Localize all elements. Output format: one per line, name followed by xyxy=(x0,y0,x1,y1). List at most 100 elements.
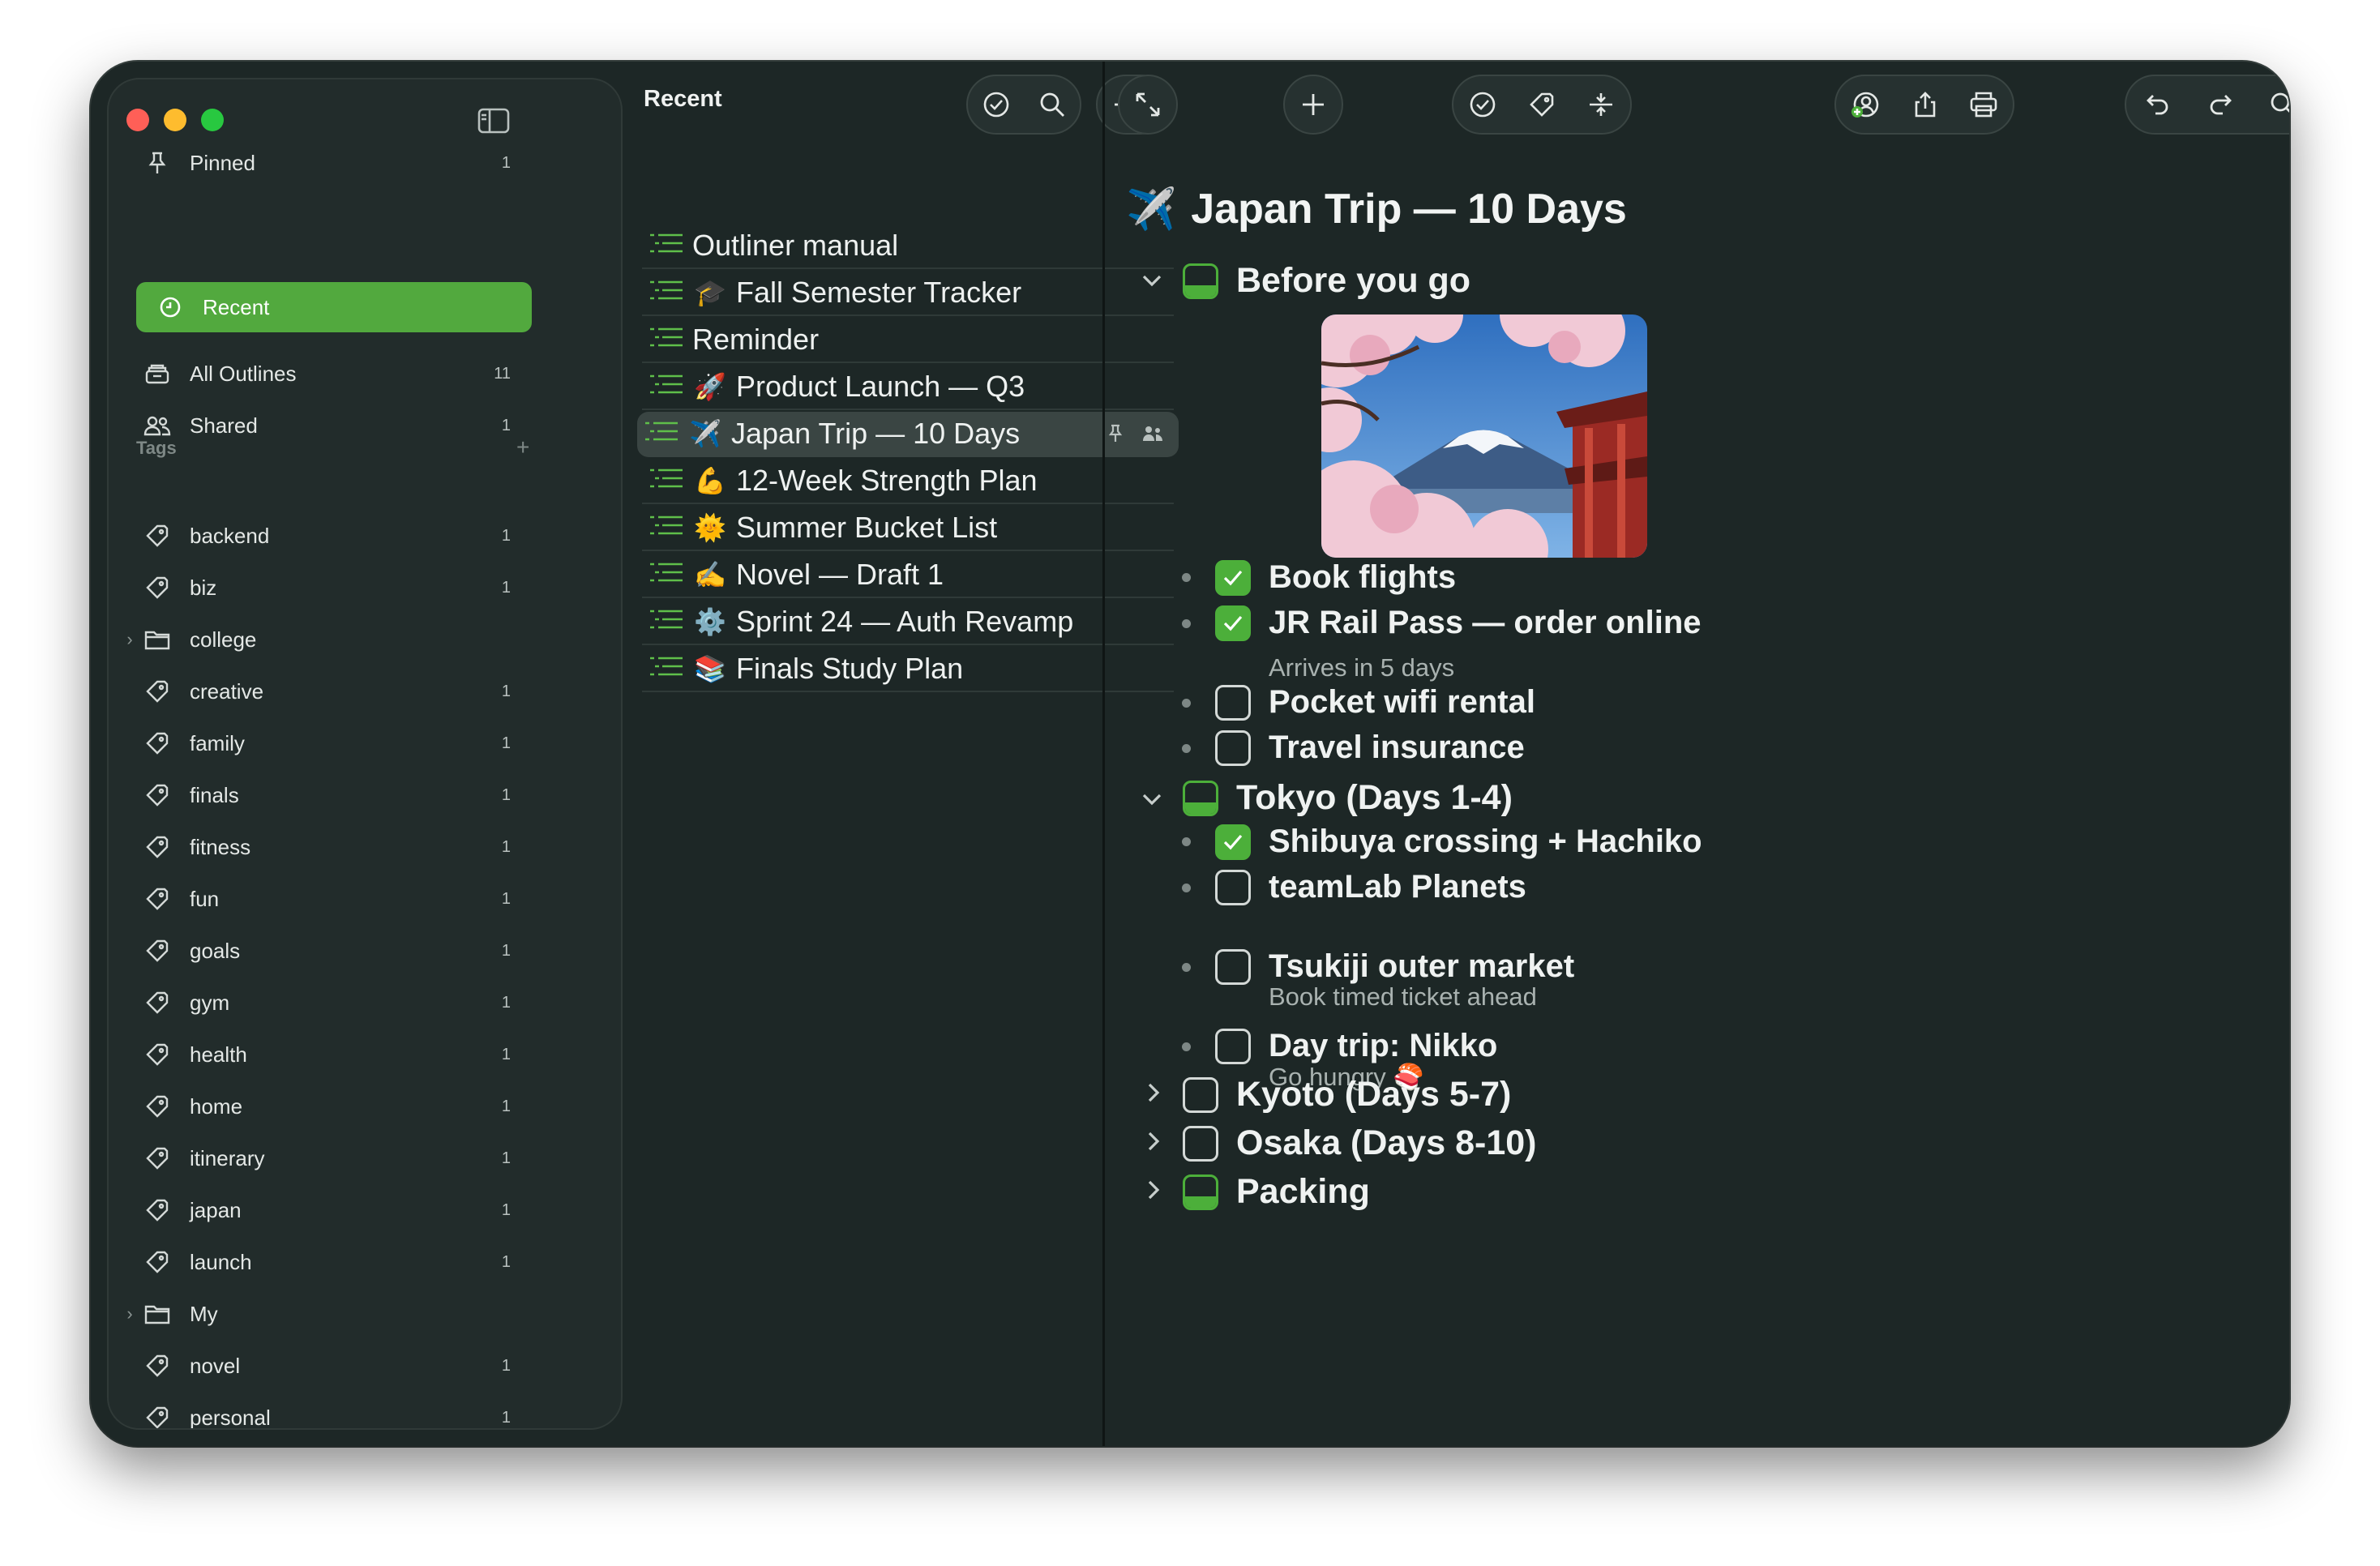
sidebar-item-shared[interactable]: Shared 1 xyxy=(123,400,519,451)
task-label: teamLab Planets xyxy=(1269,869,1526,905)
sidebar-item-all-outlines[interactable]: All Outlines 11 xyxy=(123,349,519,399)
tag-item-gym[interactable]: gym 1 xyxy=(123,978,519,1028)
chevron-right-icon[interactable] xyxy=(1139,1127,1168,1156)
tag-item-fitness[interactable]: fitness 1 xyxy=(123,822,519,872)
sidebar-item-recent[interactable]: Recent xyxy=(136,282,532,332)
stack-icon xyxy=(141,362,173,385)
check-circle-icon[interactable] xyxy=(982,91,1010,118)
tag-item-novel[interactable]: novel 1 xyxy=(123,1341,519,1391)
section-before-you-go[interactable]: Before you go xyxy=(1183,261,1470,301)
task-shibuya[interactable]: Shibuya crossing + Hachiko xyxy=(1215,824,1702,860)
tag-item-family[interactable]: family 1 xyxy=(123,718,519,768)
task-pocket-wifi[interactable]: Pocket wifi rental xyxy=(1215,684,1535,721)
tag-icon xyxy=(141,939,173,963)
tag-item-creative[interactable]: creative 1 xyxy=(123,666,519,717)
task-travel-insurance[interactable]: Travel insurance xyxy=(1215,730,1525,766)
outline-row[interactable]: ✍️ Novel — Draft 1 xyxy=(642,553,1174,598)
outline-row[interactable]: 🎓 Fall Semester Tracker xyxy=(642,271,1174,316)
tag-item-biz[interactable]: biz 1 xyxy=(123,563,519,613)
checkbox-unchecked[interactable] xyxy=(1215,948,1251,985)
close-window-button[interactable] xyxy=(126,109,149,131)
chevron-right-icon[interactable] xyxy=(1139,1175,1168,1204)
tag-item-goals[interactable]: goals 1 xyxy=(123,926,519,976)
add-item-button[interactable] xyxy=(1283,75,1343,135)
add-tag-button[interactable]: + xyxy=(516,434,529,460)
chevron-down-icon[interactable] xyxy=(1137,266,1166,295)
chevron-right-icon[interactable]: › xyxy=(122,629,138,650)
tag-item-personal[interactable]: personal 1 xyxy=(123,1393,519,1428)
checkbox-unchecked[interactable] xyxy=(1215,1028,1251,1064)
search-icon[interactable] xyxy=(1038,91,1066,118)
outline-row[interactable]: Outliner manual xyxy=(642,224,1174,269)
tag-count: 1 xyxy=(501,993,511,1012)
tag-item-finals[interactable]: finals 1 xyxy=(123,770,519,820)
collaborate-icon[interactable] xyxy=(1851,91,1881,118)
task-tsukiji[interactable]: Tsukiji outer market xyxy=(1215,948,1574,985)
outline-row[interactable]: 🚀 Product Launch — Q3 xyxy=(642,365,1174,410)
outline-row[interactable]: 🌞 Summer Bucket List xyxy=(642,506,1174,551)
window-controls xyxy=(126,109,224,131)
tag-item-college[interactable]: › college xyxy=(123,614,519,665)
sidebar-item-pinned[interactable]: Pinned 1 xyxy=(123,138,519,188)
tag-item-my[interactable]: › My xyxy=(123,1289,519,1339)
task-teamlab[interactable]: teamLab Planets xyxy=(1215,869,1526,905)
tag-count: 1 xyxy=(501,837,511,856)
section-kyoto[interactable]: Kyoto (Days 5-7) xyxy=(1183,1075,1511,1115)
section-packing[interactable]: Packing xyxy=(1183,1172,1370,1212)
task-book-flights[interactable]: Book flights xyxy=(1215,559,1456,596)
checkbox-checked[interactable] xyxy=(1215,605,1251,641)
checkbox-unchecked[interactable] xyxy=(1215,684,1251,721)
chevron-right-icon[interactable]: › xyxy=(122,1303,138,1324)
zoom-window-button[interactable] xyxy=(201,109,224,131)
checkbox-unchecked[interactable] xyxy=(1215,869,1251,905)
redo-icon[interactable] xyxy=(2207,91,2234,118)
section-checkbox[interactable] xyxy=(1183,1125,1218,1162)
section-tokyo[interactable]: Tokyo (Days 1-4) xyxy=(1183,778,1513,818)
tag-item-fun[interactable]: fun 1 xyxy=(123,874,519,924)
section-osaka[interactable]: Osaka (Days 8-10) xyxy=(1183,1123,1537,1163)
tag-icon[interactable] xyxy=(1528,91,1556,118)
chevron-down-icon[interactable] xyxy=(1137,785,1166,814)
document-title[interactable]: ✈️ Japan Trip — 10 Days xyxy=(1126,185,1627,233)
task-nikko[interactable]: Day trip: Nikko xyxy=(1215,1028,1497,1064)
sidebar-toggle-icon[interactable] xyxy=(477,107,510,135)
tag-item-japan[interactable]: japan 1 xyxy=(123,1185,519,1235)
tag-item-backend[interactable]: backend 1 xyxy=(123,511,519,561)
chevron-right-icon[interactable] xyxy=(1139,1078,1168,1107)
tag-item-health[interactable]: health 1 xyxy=(123,1029,519,1080)
outline-row[interactable]: ✈️ Japan Trip — 10 Days xyxy=(637,412,1179,457)
print-icon[interactable] xyxy=(1969,91,1998,118)
section-label: Tokyo (Days 1-4) xyxy=(1236,778,1513,817)
tag-item-itinerary[interactable]: itinerary 1 xyxy=(123,1133,519,1183)
checkbox-checked[interactable] xyxy=(1215,559,1251,596)
outline-row[interactable]: 📚 Finals Study Plan xyxy=(642,647,1174,692)
outline-row[interactable]: ⚙️ Sprint 24 — Auth Revamp xyxy=(642,600,1174,645)
sidebar-item-label: All Outlines xyxy=(190,361,297,386)
outline-list-icon xyxy=(649,276,686,310)
fullscreen-button[interactable] xyxy=(1118,75,1178,135)
tag-label: itinerary xyxy=(190,1145,265,1170)
share-icon[interactable] xyxy=(1911,91,1939,118)
undo-icon[interactable] xyxy=(2144,91,2172,118)
section-checkbox[interactable] xyxy=(1183,1076,1218,1113)
task-note[interactable]: Arrives in 5 days xyxy=(1269,653,1454,682)
task-note[interactable]: Book timed ticket ahead xyxy=(1269,982,1537,1012)
outline-list-icon xyxy=(649,323,686,357)
checkbox-unchecked[interactable] xyxy=(1215,730,1251,766)
split-icon[interactable] xyxy=(1587,91,1615,118)
bullet-icon xyxy=(1182,963,1191,972)
task-jr-rail-pass[interactable]: JR Rail Pass — order online xyxy=(1215,605,1702,641)
tag-item-launch[interactable]: launch 1 xyxy=(123,1237,519,1287)
minimize-window-button[interactable] xyxy=(164,109,186,131)
plus-icon xyxy=(1303,94,1324,115)
tag-item-home[interactable]: home 1 xyxy=(123,1081,519,1132)
outline-row[interactable]: 💪 12-Week Strength Plan xyxy=(642,459,1174,504)
check-circle-icon[interactable] xyxy=(1469,91,1496,118)
checkbox-checked[interactable] xyxy=(1215,824,1251,860)
outline-row[interactable]: Reminder xyxy=(642,318,1174,363)
section-checkbox[interactable] xyxy=(1183,780,1218,816)
search-icon[interactable] xyxy=(2269,91,2290,118)
section-checkbox[interactable] xyxy=(1183,1174,1218,1210)
section-checkbox[interactable] xyxy=(1183,263,1218,299)
tag-count: 1 xyxy=(501,1149,511,1167)
